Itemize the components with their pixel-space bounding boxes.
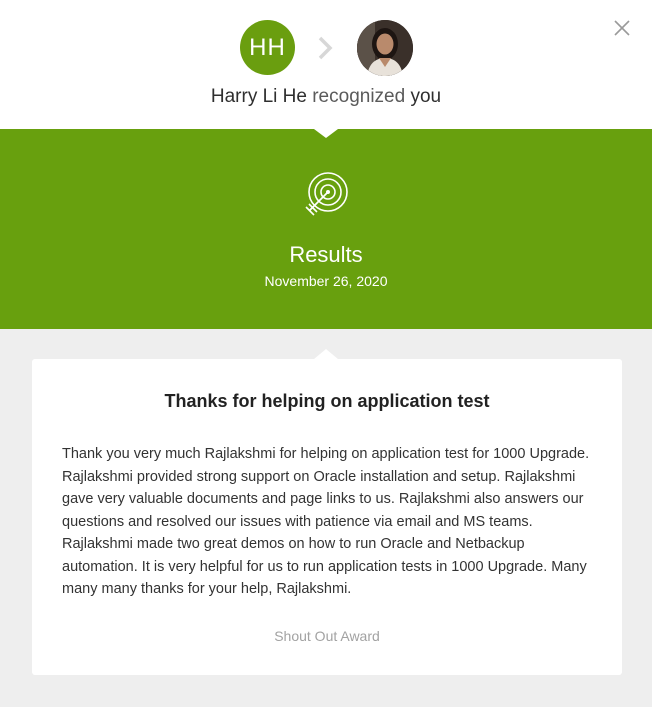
message-body: Thank you very much Rajlakshmi for helpi… [62,446,590,597]
recognition-header: HH Harry Li He recognized you [0,0,652,129]
message-card: Thanks for helping on application test T… [32,359,622,675]
person-photo-icon [357,20,413,76]
sender-avatar[interactable]: HH [240,20,295,75]
sender-name[interactable]: Harry Li He [211,86,307,107]
award-name: Shout Out Award [274,628,380,644]
recipient-name: you [410,86,442,107]
target-icon [305,172,348,216]
chevron-right-icon [318,36,333,60]
award-banner: Results November 26, 2020 [0,129,652,329]
card-notch [314,349,338,359]
recognition-verb: recognized [312,86,406,107]
recognition-modal: HH Harry Li He recognized you Results No… [0,0,652,707]
avatar-row: HH [0,20,652,76]
award-category-title: Results [289,242,363,267]
award-date: November 26, 2020 [264,273,388,289]
banner-notch [314,129,338,138]
message-title: Thanks for helping on application test [164,391,490,411]
recipient-avatar[interactable] [357,20,413,76]
recognition-line: Harry Li He recognized you [0,86,652,108]
